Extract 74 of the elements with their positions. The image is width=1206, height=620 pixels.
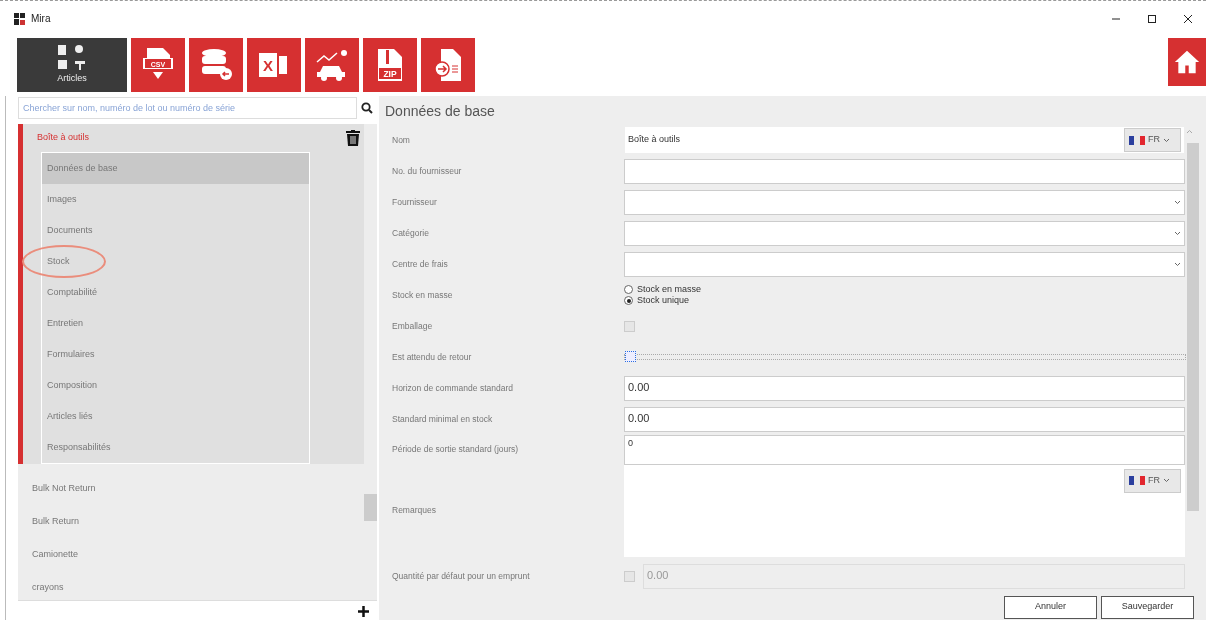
field-label: Quantité par défaut pour un emprunt xyxy=(392,569,531,583)
field-label: Remarques xyxy=(392,504,437,517)
field-label: Centre de frais xyxy=(392,257,449,271)
database-icon xyxy=(199,47,233,83)
flag-icon xyxy=(1129,476,1145,486)
chevron-icon xyxy=(1163,478,1170,484)
tree-item[interactable]: Camionette xyxy=(18,538,364,571)
tree-item[interactable]: Bulk Not Return xyxy=(18,472,364,505)
toolbar-button[interactable]: ZIP xyxy=(363,38,417,92)
field-label: Standard minimal en stock xyxy=(392,412,494,426)
toolbar-button[interactable] xyxy=(305,38,359,92)
chevron-icon xyxy=(1174,261,1181,267)
field-label: Stock en masse xyxy=(392,288,454,302)
dropdown-field[interactable] xyxy=(624,189,1185,215)
radio-option[interactable]: Stock en masse xyxy=(624,284,1186,296)
close-icon xyxy=(1183,13,1193,24)
toolbar-button[interactable] xyxy=(189,38,243,92)
tree-subitem[interactable]: Responsabilités xyxy=(42,432,309,463)
chevron-icon xyxy=(1174,199,1181,205)
tree-subitem[interactable]: Entretien xyxy=(42,308,309,339)
language-dropdown[interactable]: FR xyxy=(1124,468,1181,493)
chevron-icon xyxy=(1174,230,1181,236)
radio-option[interactable]: Stock unique xyxy=(624,295,1186,307)
field-label: Période de sortie standard (jours) xyxy=(392,443,520,456)
toolbar-button[interactable]: X xyxy=(247,38,301,92)
tree-subitem[interactable]: Images xyxy=(42,184,309,215)
field-label: Nom xyxy=(392,133,411,147)
tile-label: Articles xyxy=(57,72,87,86)
field-label: Est attendu de retour xyxy=(392,350,473,364)
input-field[interactable]: Boîte à outils FR xyxy=(624,126,1185,155)
scrollbar-thumb xyxy=(364,494,377,521)
action-button[interactable]: Sauvegarder xyxy=(1101,595,1194,619)
action-button[interactable]: Annuler xyxy=(1004,595,1097,619)
maximize-icon xyxy=(1147,13,1157,24)
tree-subitem[interactable]: Stock xyxy=(42,246,309,277)
chevron-up-icon xyxy=(1186,128,1193,134)
field-label: Fournisseur xyxy=(392,195,438,209)
plus-icon xyxy=(358,605,369,617)
input-field[interactable]: 0.00 xyxy=(624,406,1185,432)
window-title: Mira xyxy=(31,12,51,26)
field-label: Horizon de commande standard xyxy=(392,381,514,395)
car-chart-icon xyxy=(314,48,350,82)
home-button[interactable] xyxy=(1168,38,1206,86)
trash-icon[interactable] xyxy=(346,130,360,146)
search-icon xyxy=(361,102,373,114)
field-label: Emballage xyxy=(392,319,434,333)
dropdown-field[interactable] xyxy=(624,220,1185,246)
field-label: No. du fournisseur xyxy=(392,164,463,178)
tree-subitem[interactable]: Formulaires xyxy=(42,339,309,370)
language-dropdown[interactable]: FR xyxy=(1124,128,1181,153)
tree-subitem[interactable]: Données de base xyxy=(42,153,309,184)
tree-item[interactable]: Bulk Return xyxy=(18,505,364,538)
input-field[interactable] xyxy=(624,158,1185,184)
tree-subitem[interactable]: Comptabilité xyxy=(42,277,309,308)
flag-icon xyxy=(1129,135,1145,145)
tree-item[interactable]: crayons xyxy=(18,571,364,600)
toolbar-button[interactable] xyxy=(421,38,475,92)
checkbox[interactable] xyxy=(625,351,636,363)
tree-subitem[interactable]: Documents xyxy=(42,215,309,246)
zip-file-icon: ZIP xyxy=(375,47,405,83)
text-area[interactable]: FR xyxy=(624,464,1185,557)
tree-subitem[interactable]: Articles liés xyxy=(42,401,309,432)
section-title: Données de base xyxy=(384,102,496,121)
chevron-icon xyxy=(1163,137,1170,143)
search-field[interactable]: Chercher sur nom, numéro de lot ou numéro de série xyxy=(18,97,357,119)
tree-item[interactable]: Boîte à outils xyxy=(37,131,90,145)
articles-tile[interactable]: Articles xyxy=(17,38,127,92)
field-label: Catégorie xyxy=(392,226,430,240)
tree-subitem[interactable]: Composition xyxy=(42,370,309,401)
app-logo-icon xyxy=(14,12,26,25)
document-import-icon xyxy=(433,47,463,83)
input-field[interactable]: 0.00 xyxy=(624,375,1185,401)
dropdown-field[interactable] xyxy=(624,251,1185,277)
input-field[interactable]: 0 xyxy=(624,434,1185,465)
